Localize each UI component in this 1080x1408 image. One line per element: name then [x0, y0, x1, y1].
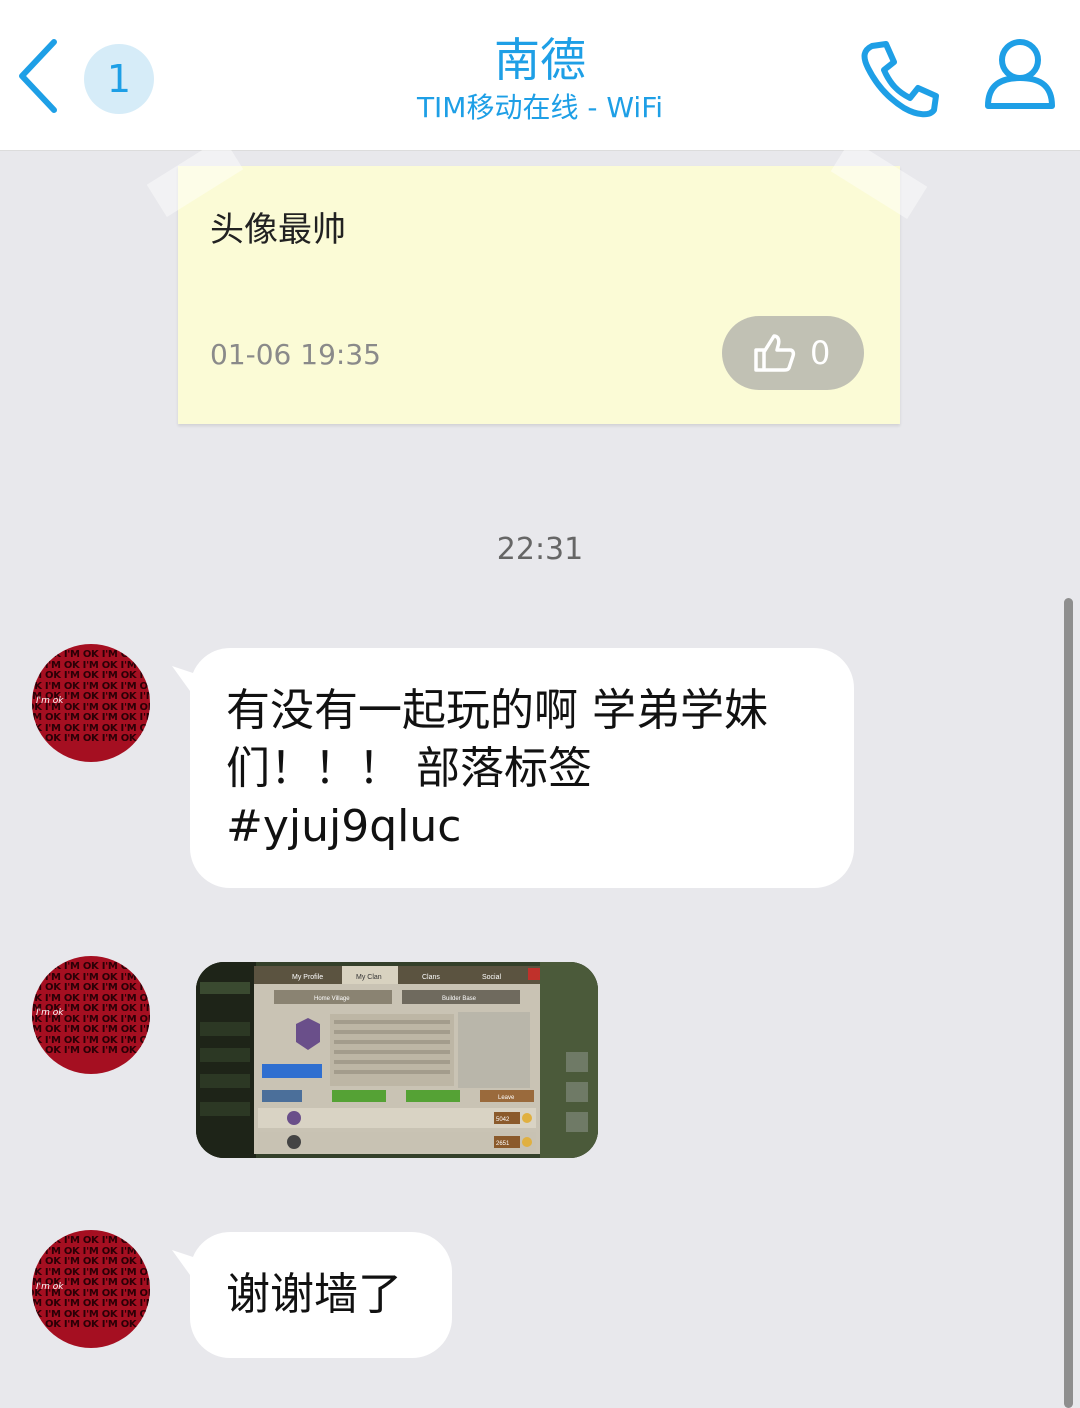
- message-bubble[interactable]: 谢谢墙了: [172, 1232, 452, 1358]
- note-text: 头像最帅: [210, 210, 346, 250]
- sender-avatar[interactable]: I'M OK I'M OK I'M OK I'M OK I'M OK I'M O…: [32, 956, 150, 1074]
- chat-header: 1 南德 TIM移动在线 - WiFi: [0, 0, 1080, 151]
- screenshot-button: Home Village: [314, 996, 350, 1002]
- phone-icon[interactable]: [858, 38, 940, 118]
- thumbs-up-icon: [754, 334, 796, 372]
- screenshot-score: 5042: [496, 1117, 510, 1123]
- screenshot-button: Builder Base: [442, 996, 477, 1002]
- screenshot-tab: Clans: [422, 974, 440, 981]
- screenshot-tab: Social: [482, 974, 502, 981]
- message-text: 有没有一起玩的啊 学弟学妹 们！！！ 部落标签 #yjuj9qluc: [226, 685, 768, 852]
- sender-avatar[interactable]: I'M OK I'M OK I'M OK I'M OK I'M OK I'M O…: [32, 1230, 150, 1348]
- game-screenshot-image: My Profile My Clan Clans Social Home Vil…: [196, 962, 598, 1158]
- message-text: 谢谢墙了: [226, 1269, 402, 1320]
- message-bubble[interactable]: 有没有一起玩的啊 学弟学妹 们！！！ 部落标签 #yjuj9qluc: [172, 648, 854, 888]
- time-separator: 22:31: [496, 532, 584, 567]
- person-icon[interactable]: [982, 36, 1058, 112]
- shared-note-card[interactable]: 头像最帅 01-06 19:35 0: [146, 137, 928, 424]
- screenshot-tab: My Clan: [356, 974, 382, 981]
- tape-decoration: [830, 139, 928, 219]
- like-button[interactable]: 0: [722, 316, 864, 390]
- like-count: 0: [810, 334, 831, 372]
- screenshot-tab: My Profile: [292, 974, 323, 981]
- screenshot-button: Leave: [498, 1095, 515, 1101]
- scrollbar[interactable]: [1064, 598, 1073, 1408]
- note-timestamp: 01-06 19:35: [210, 338, 381, 371]
- screenshot-score: 2651: [496, 1141, 510, 1147]
- sender-avatar[interactable]: I'M OK I'M OK I'M OK I'M OK I'M OK I'M O…: [32, 644, 150, 762]
- image-message[interactable]: My Profile My Clan Clans Social Home Vil…: [196, 962, 598, 1158]
